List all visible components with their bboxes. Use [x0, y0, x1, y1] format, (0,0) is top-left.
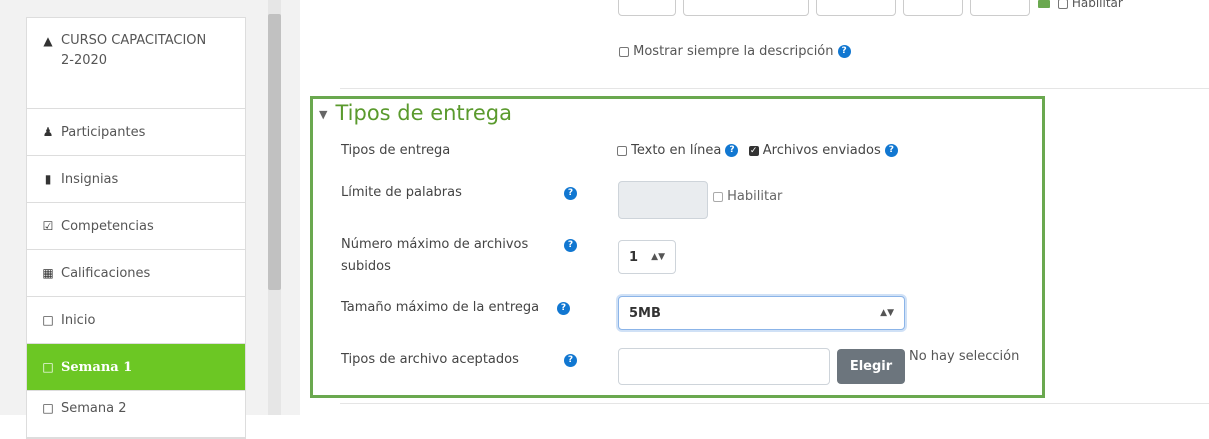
help-icon[interactable]: ?: [884, 144, 898, 157]
max-size-label: Tamaño máximo de la entrega: [341, 300, 540, 315]
choose-button[interactable]: Elegir: [837, 349, 905, 384]
hour-select[interactable]: [903, 0, 963, 16]
submission-types-options: Texto en línea ? ✓ Archivos enviados ?: [617, 140, 898, 162]
checkbox-icon: ☑: [42, 219, 54, 233]
calendar-icon[interactable]: [1038, 0, 1050, 8]
word-limit-input[interactable]: [618, 181, 708, 219]
habilitar-checkbox[interactable]: [1058, 0, 1068, 9]
max-size-select[interactable]: 5MB ▲▼: [618, 296, 905, 330]
sidebar-item-calificaciones[interactable]: ▦ Calificaciones: [27, 250, 245, 297]
table-icon: ▦: [42, 266, 54, 280]
sidebar-course-label: CURSO CAPACITACION 2-2020: [61, 33, 207, 68]
sidebar-item-label: Semana 2: [61, 401, 127, 416]
max-size-value: 5MB: [629, 305, 661, 321]
sidebar-item-label: Participantes: [61, 124, 146, 140]
section-header[interactable]: ▼ Tipos de entrega: [319, 101, 512, 125]
select-arrows-icon: ▲▼: [651, 252, 665, 262]
users-icon: ♟: [42, 125, 54, 139]
sidebar-item-label: Competencias: [61, 218, 154, 234]
graduation-cap-icon: ▲: [43, 34, 53, 48]
course-sidebar: ▲ CURSO CAPACITACION 2-2020 ♟ Participan…: [26, 17, 246, 439]
month-select[interactable]: [683, 0, 809, 16]
show-description-label: Mostrar siempre la descripción: [633, 44, 834, 59]
collapse-caret-icon[interactable]: ▼: [319, 108, 327, 121]
help-icon[interactable]: ?: [837, 45, 851, 58]
word-limit-enable-checkbox[interactable]: [713, 191, 723, 202]
no-selection-text: No hay selección: [909, 349, 1020, 364]
select-arrows-icon: ▲▼: [880, 308, 894, 318]
show-description-checkbox[interactable]: [619, 46, 629, 57]
folder-icon: □: [42, 360, 54, 374]
year-select[interactable]: [816, 0, 896, 16]
sidebar-item-label: Calificaciones: [61, 265, 151, 281]
show-description-option[interactable]: Mostrar siempre la descripción ?: [619, 44, 851, 59]
max-files-value: 1: [629, 249, 639, 265]
sidebar-item-label: Insignias: [61, 171, 119, 187]
sidebar-item-inicio[interactable]: □ Inicio: [27, 297, 245, 344]
max-files-label: Número máximo de archivos subidos: [341, 237, 529, 274]
top-habilitar[interactable]: Habilitar: [1058, 0, 1123, 10]
sidebar-item-insignias[interactable]: ▮ Insignias: [27, 156, 245, 203]
online-text-label: Texto en línea: [631, 143, 722, 158]
accepted-types-label: Tipos de archivo aceptados: [341, 352, 519, 367]
minute-select[interactable]: [970, 0, 1030, 16]
files-submitted-checkbox[interactable]: ✓: [748, 145, 759, 156]
help-icon[interactable]: ?: [725, 144, 739, 157]
divider: [340, 88, 1209, 89]
help-icon[interactable]: ?: [564, 354, 577, 367]
sidebar-item-participantes[interactable]: ♟ Participantes: [27, 109, 245, 156]
divider: [340, 403, 1209, 404]
folder-icon: □: [42, 313, 54, 327]
sidebar-item-course[interactable]: ▲ CURSO CAPACITACION 2-2020: [27, 18, 245, 109]
folder-icon: □: [42, 401, 54, 415]
help-icon[interactable]: ?: [564, 187, 577, 200]
help-icon[interactable]: ?: [564, 239, 577, 252]
help-icon[interactable]: ?: [557, 302, 570, 315]
sidebar-item-label: Semana 1: [61, 359, 133, 375]
submission-types-label: Tipos de entrega: [341, 143, 451, 158]
online-text-checkbox[interactable]: [617, 145, 627, 156]
sidebar-item-label: Inicio: [61, 312, 96, 328]
day-select[interactable]: [618, 0, 676, 16]
shield-icon: ▮: [44, 172, 52, 186]
files-submitted-label: Archivos enviados: [762, 143, 881, 158]
sidebar-item-competencias[interactable]: ☑ Competencias: [27, 203, 245, 250]
section-title: Tipos de entrega: [335, 101, 512, 125]
top-habilitar-label: Habilitar: [1071, 0, 1123, 10]
accepted-types-input[interactable]: [618, 348, 830, 385]
sidebar-scrollbar-thumb[interactable]: [268, 14, 281, 290]
sidebar-item-semana-1[interactable]: □ Semana 1: [27, 344, 245, 391]
max-files-select[interactable]: 1 ▲▼: [618, 240, 676, 274]
word-limit-enable-label: Habilitar: [727, 189, 783, 204]
word-limit-enable[interactable]: Habilitar: [713, 189, 782, 204]
word-limit-label: Límite de palabras: [341, 185, 462, 200]
